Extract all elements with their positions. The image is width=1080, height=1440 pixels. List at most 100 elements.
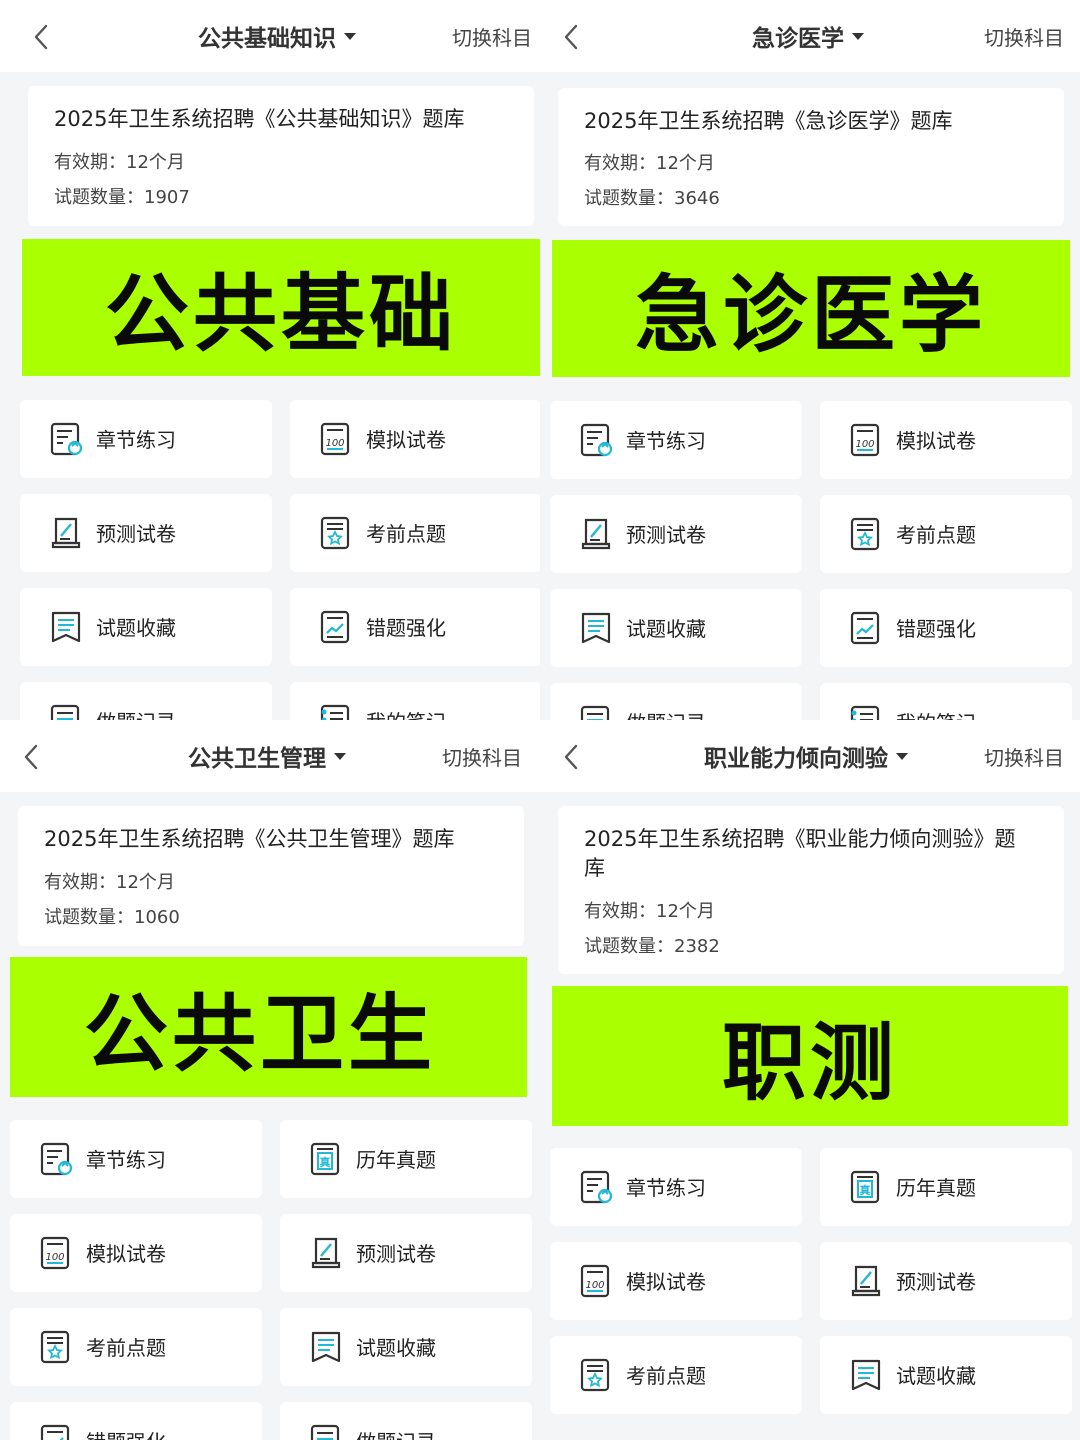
feature-tile-label: 章节练习 <box>96 428 176 452</box>
subject-title[interactable]: 职业能力倾向测验 <box>704 720 908 792</box>
favorites-icon <box>308 1329 344 1365</box>
panel-public-basics: 公共基础知识 切换科目 2025年卫生系统招聘《公共基础知识》题库 有效期：12… <box>0 0 540 720</box>
feature-tile[interactable]: 考前点题 <box>550 1336 802 1414</box>
feature-tile[interactable]: 预测试卷 <box>20 494 272 572</box>
feature-tile[interactable]: 考前点题 <box>290 494 540 572</box>
feature-tile[interactable]: 做题记录 <box>20 682 272 720</box>
validity-text: 有效期：12个月 <box>584 153 715 174</box>
chapter-practice-icon <box>48 421 84 457</box>
feature-tile-label: 章节练习 <box>626 429 706 453</box>
feature-tile[interactable]: 试题收藏 <box>820 1336 1072 1414</box>
feature-tile[interactable]: 章节练习 <box>550 401 802 479</box>
feature-tile[interactable]: 错题强化 <box>10 1402 262 1440</box>
nav-header: 职业能力倾向测验 切换科目 <box>540 720 1080 792</box>
feature-tile[interactable]: 章节练习 <box>550 1148 802 1226</box>
switch-subject-button[interactable]: 切换科目 <box>984 720 1064 792</box>
subject-title[interactable]: 急诊医学 <box>752 0 864 72</box>
feature-tile[interactable]: 试题收藏 <box>280 1308 532 1386</box>
practice-record-icon <box>48 703 84 720</box>
feature-tile-label: 做题记录 <box>356 1426 436 1440</box>
feature-tile[interactable]: 考前点题 <box>820 495 1072 573</box>
nav-header: 公共卫生管理 切换科目 <box>0 720 540 792</box>
question-count: 试题数量：1060 <box>44 907 180 928</box>
feature-tile-label: 章节练习 <box>626 1176 706 1200</box>
feature-tile-label: 模拟试卷 <box>366 428 446 452</box>
feature-tile[interactable]: 预测试卷 <box>280 1214 532 1292</box>
panel-emergency-medicine: 急诊医学 切换科目 2025年卫生系统招聘《急诊医学》题库 有效期：12个月 试… <box>540 0 1080 720</box>
feature-tile[interactable]: 预测试卷 <box>550 495 802 573</box>
page-title: 急诊医学 <box>752 26 844 52</box>
feature-tile[interactable]: 错题强化 <box>820 589 1072 667</box>
feature-tile-label: 我的笔记 <box>896 707 976 720</box>
notes-icon <box>318 703 354 720</box>
feature-tile[interactable]: 预测试卷 <box>820 1242 1072 1320</box>
switch-subject-button[interactable]: 切换科目 <box>452 0 532 72</box>
feature-tile[interactable]: 试题收藏 <box>20 588 272 666</box>
feature-tile[interactable]: 错题强化 <box>290 588 540 666</box>
bank-title-line1: 2025年卫生系统招聘《职业能力倾向测验》题 <box>584 827 1016 851</box>
validity-text: 有效期：12个月 <box>44 872 175 893</box>
caret-down-icon <box>344 32 356 40</box>
feature-tile-label: 错题强化 <box>896 617 976 641</box>
subject-banner: 公共基础 <box>22 239 540 376</box>
banner-text: 公共基础 <box>104 265 457 363</box>
panel-public-health: 公共卫生管理 切换科目 2025年卫生系统招聘《公共卫生管理》题库 有效期：12… <box>0 720 540 1440</box>
svg-text:真: 真 <box>320 1155 331 1169</box>
back-button[interactable] <box>560 744 584 770</box>
bank-title: 2025年卫生系统招聘《急诊医学》题库 <box>584 109 953 133</box>
feature-tile-label: 试题收藏 <box>356 1336 436 1360</box>
feature-tile[interactable]: 章节练习 <box>10 1120 262 1198</box>
feature-tile[interactable]: 我的笔记 <box>290 682 540 720</box>
feature-tile-label: 错题强化 <box>86 1426 166 1440</box>
back-button[interactable] <box>560 24 584 50</box>
back-button[interactable] <box>20 744 44 770</box>
banner-text: 急诊医学 <box>634 266 987 364</box>
subject-banner: 职测 <box>552 986 1068 1126</box>
favorites-icon <box>578 610 614 646</box>
chapter-practice-icon <box>578 422 614 458</box>
practice-record-icon <box>578 704 614 720</box>
chevron-left-icon <box>564 24 578 50</box>
feature-tile-label: 考前点题 <box>896 523 976 547</box>
feature-tile[interactable]: 做题记录 <box>280 1402 532 1440</box>
feature-tile-label: 预测试卷 <box>356 1242 436 1266</box>
feature-tile[interactable]: 考前点题 <box>10 1308 262 1386</box>
mock-exam-icon: 100 <box>38 1235 74 1271</box>
feature-tile-label: 预测试卷 <box>896 1270 976 1294</box>
feature-tile-label: 试题收藏 <box>896 1364 976 1388</box>
feature-tile-label: 历年真题 <box>896 1176 976 1200</box>
feature-tile-label: 历年真题 <box>356 1148 436 1172</box>
pre-exam-tips-icon <box>38 1329 74 1365</box>
feature-tile[interactable]: 100 模拟试卷 <box>820 401 1072 479</box>
feature-tile[interactable]: 100 模拟试卷 <box>10 1214 262 1292</box>
feature-tile[interactable]: 章节练习 <box>20 400 272 478</box>
past-papers-icon: 真 <box>308 1141 344 1177</box>
notes-icon <box>848 704 884 720</box>
subject-banner: 公共卫生 <box>10 957 527 1097</box>
nav-header: 急诊医学 切换科目 <box>540 0 1080 72</box>
subject-title[interactable]: 公共基础知识 <box>198 0 356 72</box>
feature-tile[interactable]: 做题记录 <box>550 683 802 720</box>
feature-tile[interactable]: 100 模拟试卷 <box>550 1242 802 1320</box>
switch-subject-button[interactable]: 切换科目 <box>442 720 522 792</box>
validity-text: 有效期：12个月 <box>54 152 185 173</box>
chevron-left-icon <box>564 744 578 770</box>
feature-tile[interactable]: 试题收藏 <box>550 589 802 667</box>
chevron-left-icon <box>24 744 38 770</box>
svg-text:100: 100 <box>585 1280 604 1291</box>
subject-title[interactable]: 公共卫生管理 <box>188 720 346 792</box>
page-title: 职业能力倾向测验 <box>704 746 888 772</box>
feature-tile-label: 考前点题 <box>366 522 446 546</box>
forecast-paper-icon <box>578 516 614 552</box>
feature-tile[interactable]: 我的笔记 <box>820 683 1072 720</box>
back-button[interactable] <box>30 24 54 50</box>
switch-subject-button[interactable]: 切换科目 <box>984 0 1064 72</box>
feature-tile-label: 考前点题 <box>626 1364 706 1388</box>
feature-tile-label: 试题收藏 <box>626 617 706 641</box>
feature-tile[interactable]: 真 历年真题 <box>280 1120 532 1198</box>
bank-info-card: 2025年卫生系统招聘《公共卫生管理》题库 有效期：12个月 试题数量：1060 <box>18 806 524 946</box>
bank-title-line2: 库 <box>584 856 605 880</box>
feature-tile[interactable]: 真 历年真题 <box>820 1148 1072 1226</box>
mistake-review-icon <box>38 1423 74 1440</box>
feature-tile[interactable]: 100 模拟试卷 <box>290 400 540 478</box>
